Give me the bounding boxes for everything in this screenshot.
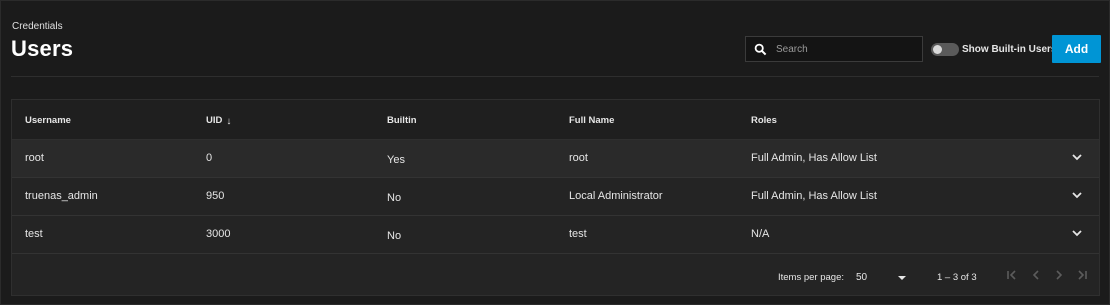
cell-username: truenas_admin bbox=[25, 190, 98, 202]
cell-full-name: Local Administrator bbox=[569, 190, 663, 202]
show-builtin-label[interactable]: Show Built-in Users bbox=[962, 44, 1056, 55]
cell-full-name: test bbox=[569, 228, 587, 240]
column-header-roles[interactable]: Roles bbox=[751, 115, 777, 126]
chevron-down-icon[interactable] bbox=[1072, 230, 1082, 237]
toggle-knob bbox=[933, 45, 942, 54]
column-header-username[interactable]: Username bbox=[25, 115, 71, 126]
column-header-uid[interactable]: UID ↓ bbox=[206, 115, 231, 127]
cell-username: test bbox=[25, 228, 43, 240]
search-box[interactable] bbox=[745, 36, 923, 62]
cell-full-name: root bbox=[569, 152, 588, 164]
items-per-page-value: 50 bbox=[856, 272, 868, 283]
page-range-label: 1 – 3 of 3 bbox=[937, 272, 977, 283]
show-builtin-toggle[interactable] bbox=[931, 43, 959, 56]
cell-roles: Full Admin, Has Allow List bbox=[751, 190, 877, 202]
table-row[interactable]: test 3000 No test N/A bbox=[12, 216, 1099, 254]
table-row[interactable]: truenas_admin 950 No Local Administrator… bbox=[12, 178, 1099, 216]
cell-uid: 950 bbox=[206, 190, 225, 202]
header-divider bbox=[11, 76, 1099, 77]
chevron-down-icon[interactable] bbox=[1072, 154, 1082, 161]
add-button[interactable]: Add bbox=[1052, 35, 1101, 63]
search-input[interactable] bbox=[776, 37, 916, 61]
chevron-down-icon[interactable] bbox=[1072, 192, 1082, 199]
cell-uid: 3000 bbox=[206, 228, 231, 240]
cell-username: root bbox=[25, 152, 44, 164]
last-page-icon[interactable] bbox=[1075, 268, 1089, 282]
table-row[interactable]: root 0 Yes root Full Admin, Has Allow Li… bbox=[12, 140, 1099, 178]
column-header-full-name[interactable]: Full Name bbox=[569, 115, 614, 126]
cell-builtin: No bbox=[387, 230, 402, 242]
sort-down-icon: ↓ bbox=[226, 116, 232, 127]
cell-roles: N/A bbox=[751, 228, 770, 240]
page-title: Users bbox=[11, 36, 74, 61]
next-page-icon[interactable] bbox=[1052, 268, 1066, 282]
items-per-page-label: Items per page: bbox=[778, 272, 845, 283]
table-header: Username UID ↓ Builtin Full Name Roles bbox=[12, 100, 1099, 140]
first-page-icon[interactable] bbox=[1005, 268, 1019, 282]
column-header-builtin[interactable]: Builtin bbox=[387, 115, 417, 126]
search-icon bbox=[754, 43, 767, 56]
items-per-page-select[interactable]: 50 bbox=[856, 266, 912, 288]
dropdown-caret-icon bbox=[898, 276, 906, 280]
cell-uid: 0 bbox=[206, 152, 213, 164]
cell-roles: Full Admin, Has Allow List bbox=[751, 152, 877, 164]
cell-builtin: No bbox=[387, 192, 402, 204]
breadcrumb[interactable]: Credentials bbox=[12, 21, 63, 32]
users-table: Username UID ↓ Builtin Full Name Roles ro… bbox=[11, 99, 1100, 296]
column-header-uid-label: UID bbox=[206, 115, 223, 126]
cell-builtin: Yes bbox=[387, 154, 405, 166]
paginator: Items per page: 50 1 – 3 of 3 bbox=[12, 254, 1099, 295]
prev-page-icon[interactable] bbox=[1029, 268, 1043, 282]
